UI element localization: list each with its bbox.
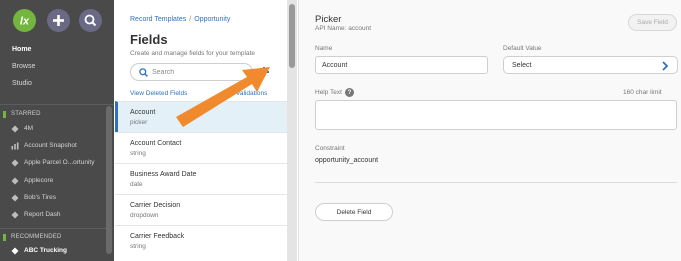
starred-item-label: Report Dash xyxy=(24,211,61,218)
breadcrumb: Record Templates / Opportunity xyxy=(130,16,230,23)
name-input[interactable] xyxy=(315,56,488,74)
starred-item-report-dash[interactable]: Report Dash xyxy=(11,210,107,221)
constraint-value: opportunity_account xyxy=(315,157,379,164)
save-field-button[interactable]: Save Field xyxy=(628,14,677,31)
diamond-icon xyxy=(11,177,19,185)
help-text-label: Help Text xyxy=(315,89,342,96)
svg-text:lx: lx xyxy=(20,16,30,28)
diamond-icon xyxy=(11,194,19,202)
sidebar-divider xyxy=(0,104,114,105)
default-value-selected: Select xyxy=(512,62,532,69)
diamond-icon xyxy=(11,159,19,167)
top-icon-bar: lx xyxy=(0,0,114,40)
field-type: date xyxy=(130,181,143,188)
api-name: API Name: account xyxy=(315,25,371,32)
chevron-right-icon xyxy=(662,61,669,71)
field-name: Account xyxy=(130,109,156,116)
add-icon[interactable] xyxy=(47,9,70,32)
constraint-label: Constraint xyxy=(315,145,345,152)
search-icon xyxy=(139,68,148,77)
help-text-textarea[interactable] xyxy=(315,100,677,130)
field-name: Business Award Date xyxy=(130,171,197,178)
starred-item-label: Apple Parcel O...ortunity xyxy=(24,159,95,166)
scrollbar-thumb[interactable] xyxy=(289,4,295,68)
left-nav-sidebar: lx Home Browse Studio STARRED 4M Account… xyxy=(0,0,114,261)
detail-divider xyxy=(315,182,677,183)
breadcrumb-opportunity[interactable]: Opportunity xyxy=(194,16,230,23)
starred-item-4m[interactable]: 4M xyxy=(11,124,107,135)
diamond-icon xyxy=(11,247,19,255)
help-question-icon[interactable]: ? xyxy=(345,88,354,97)
recommended-item-label: ABC Trucking xyxy=(24,247,67,254)
page-title: Fields xyxy=(130,32,168,47)
section-marker xyxy=(3,111,6,118)
sidebar-divider xyxy=(0,228,114,229)
annotation-arrow-icon xyxy=(176,67,270,127)
page-subtitle: Create and manage fields for your templa… xyxy=(130,50,256,57)
starred-item-label: Bob's Tires xyxy=(24,194,56,201)
nav-item-studio[interactable]: Studio xyxy=(12,80,32,87)
starred-item-account-snapshot[interactable]: Account Snapshot xyxy=(11,141,107,152)
default-value-select[interactable]: Select xyxy=(503,56,678,74)
field-type: string xyxy=(130,150,146,157)
nav-item-home[interactable]: Home xyxy=(12,46,31,53)
field-name: Carrier Feedback xyxy=(130,233,185,240)
field-type: dropdown xyxy=(130,212,159,219)
starred-item-label: Applecore xyxy=(24,177,54,184)
field-type: string xyxy=(130,243,146,250)
starred-item-bobs-tires[interactable]: Bob's Tires xyxy=(11,193,107,204)
starred-item-applecore[interactable]: Applecore xyxy=(11,176,107,187)
field-detail-panel: Picker API Name: account Save Field Name… xyxy=(298,0,681,261)
detail-title: Picker xyxy=(315,14,342,25)
sidebar-scrollbar[interactable] xyxy=(106,106,112,254)
field-row-carrier-decision[interactable]: Carrier Decision dropdown xyxy=(115,194,287,225)
char-limit-label: 160 char limit xyxy=(623,89,662,96)
breadcrumb-record-templates[interactable]: Record Templates xyxy=(130,16,186,23)
starred-item-label: Account Snapshot xyxy=(24,142,77,149)
nav-item-browse[interactable]: Browse xyxy=(12,63,35,70)
section-marker xyxy=(3,234,6,241)
recommended-section-header: RECOMMENDED xyxy=(0,232,114,244)
field-type: picker xyxy=(130,119,148,126)
diamond-icon xyxy=(11,211,19,219)
field-row-business-award-date[interactable]: Business Award Date date xyxy=(115,163,287,194)
field-row-account-contact[interactable]: Account Contact string xyxy=(115,132,287,163)
name-label: Name xyxy=(315,45,333,52)
app-logo-icon[interactable]: lx xyxy=(13,9,36,32)
default-value-label: Default Value xyxy=(503,45,542,52)
bar-chart-icon xyxy=(11,142,19,150)
field-row-carrier-feedback[interactable]: Carrier Feedback string xyxy=(115,225,287,256)
field-name: Account Contact xyxy=(130,140,182,147)
starred-item-apple-parcel[interactable]: Apple Parcel O...ortunity xyxy=(11,158,107,169)
field-name: Carrier Decision xyxy=(130,202,181,209)
fields-list-scrollbar[interactable] xyxy=(287,0,297,261)
starred-section-header: STARRED xyxy=(0,109,114,121)
starred-header-label: STARRED xyxy=(11,111,41,117)
delete-field-button[interactable]: Delete Field xyxy=(315,203,393,221)
recommended-header-label: RECOMMENDED xyxy=(11,234,62,240)
breadcrumb-separator: / xyxy=(189,16,192,23)
starred-item-label: 4M xyxy=(24,125,34,132)
recommended-item-abc-trucking[interactable]: ABC Trucking xyxy=(11,246,107,257)
fields-panel: Record Templates / Opportunity Fields Crea… xyxy=(115,0,287,261)
search-icon[interactable] xyxy=(79,9,102,32)
diamond-icon xyxy=(11,125,19,133)
